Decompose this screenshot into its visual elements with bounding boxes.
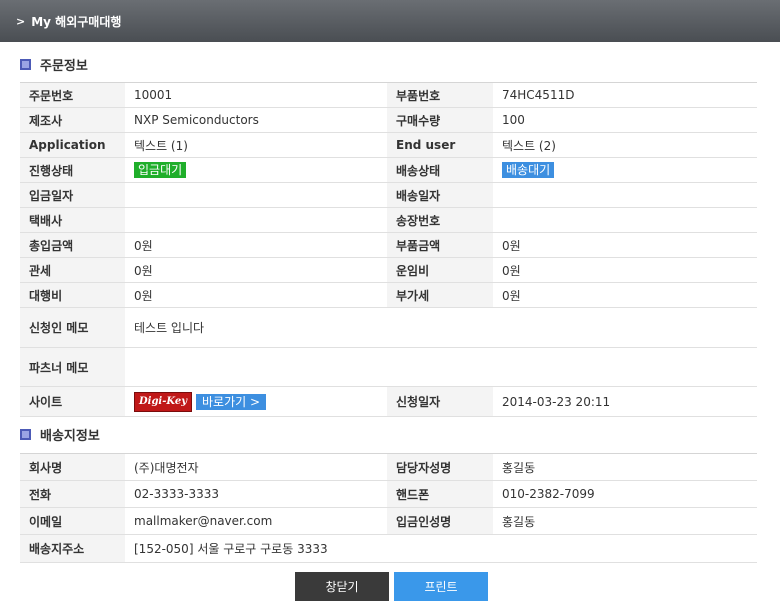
table-row: 사이트 Digi-Key 바로가기 > 신청일자 2014-03-23 20:11	[20, 386, 757, 417]
enduser-value: 텍스트 (2)	[493, 132, 757, 158]
table-row: 제조사 NXP Semiconductors 구매수량 100	[20, 107, 757, 133]
ship-info-table: 회사명 (주)대명전자 담당자성명 홍길동 전화 02-3333-3333 핸드…	[20, 453, 757, 563]
maker-value: NXP Semiconductors	[125, 107, 387, 133]
table-row: 전화 02-3333-3333 핸드폰 010-2382-7099	[20, 480, 757, 508]
shipping-label: 운임비	[387, 257, 493, 283]
depositor-label: 입금인성명	[387, 507, 493, 535]
maker-label: 제조사	[20, 107, 125, 133]
company-label: 회사명	[20, 453, 125, 481]
address-value: [152-050] 서울 구로구 구로동 3333	[125, 534, 757, 563]
table-row: Application 텍스트 (1) End user 텍스트 (2)	[20, 132, 757, 158]
goto-site-button[interactable]: 바로가기 >	[196, 393, 267, 410]
progress-label: 진행상태	[20, 157, 125, 183]
table-row: 총입금액 0원 부품금액 0원	[20, 232, 757, 258]
part-no-value: 74HC4511D	[493, 82, 757, 108]
depositor-value: 홍길동	[493, 507, 757, 535]
applicant-memo-value: 테스트 입니다	[125, 307, 757, 348]
mobile-value: 010-2382-7099	[493, 480, 757, 508]
ship-section-title: 배송지정보	[40, 428, 100, 444]
manager-value: 홍길동	[493, 453, 757, 481]
email-label: 이메일	[20, 507, 125, 535]
order-no-value: 10001	[125, 82, 387, 108]
address-label: 배송지주소	[20, 534, 125, 563]
table-row: 관세 0원 운임비 0원	[20, 257, 757, 283]
request-date-value: 2014-03-23 20:11	[493, 386, 757, 417]
close-window-button[interactable]: 창닫기	[295, 572, 389, 601]
ship-section-header: 배송지정보	[20, 424, 100, 444]
email-value: mallmaker@naver.com	[125, 507, 387, 535]
square-bullet-icon	[20, 428, 31, 440]
vat-value: 0원	[493, 282, 757, 308]
window-titlebar: > My 해외구매대행	[0, 0, 780, 42]
manager-label: 담당자성명	[387, 453, 493, 481]
table-row: 주문번호 10001 부품번호 74HC4511D	[20, 82, 757, 108]
table-row: 진행상태 입금대기 배송상태 배송대기	[20, 157, 757, 183]
invoice-label: 송장번호	[387, 207, 493, 233]
phone-label: 전화	[20, 480, 125, 508]
chevron-right-icon: >	[16, 14, 26, 28]
deposit-date-value	[125, 182, 387, 208]
site-label: 사이트	[20, 386, 125, 417]
table-row: 입금일자 배송일자	[20, 182, 757, 208]
request-date-label: 신청일자	[387, 386, 493, 417]
part-amount-value: 0원	[493, 232, 757, 258]
application-value: 텍스트 (1)	[125, 132, 387, 158]
square-bullet-icon	[20, 58, 31, 70]
delivery-status-badge: 배송대기	[502, 162, 555, 178]
table-row: 이메일 mallmaker@naver.com 입금인성명 홍길동	[20, 507, 757, 535]
courier-label: 택배사	[20, 207, 125, 233]
deposit-date-label: 입금일자	[20, 182, 125, 208]
total-value: 0원	[125, 232, 387, 258]
order-section-header: 주문정보	[20, 54, 88, 74]
applicant-memo-label: 신청인 메모	[20, 307, 125, 348]
application-label: Application	[20, 132, 125, 158]
partner-memo-label: 파츠너 메모	[20, 347, 125, 387]
company-value: (주)대명전자	[125, 453, 387, 481]
delivery-date-value	[493, 182, 757, 208]
customs-value: 0원	[125, 257, 387, 283]
table-row: 대행비 0원 부가세 0원	[20, 282, 757, 308]
table-row: 택배사 송장번호	[20, 207, 757, 233]
phone-value: 02-3333-3333	[125, 480, 387, 508]
order-section-title: 주문정보	[40, 58, 88, 74]
customs-label: 관세	[20, 257, 125, 283]
agency-fee-label: 대행비	[20, 282, 125, 308]
partner-memo-value	[125, 347, 757, 387]
table-row: 파츠너 메모	[20, 347, 757, 387]
shipping-value: 0원	[493, 257, 757, 283]
invoice-value	[493, 207, 757, 233]
agency-fee-value: 0원	[125, 282, 387, 308]
order-info-table: 주문번호 10001 부품번호 74HC4511D 제조사 NXP Semico…	[20, 82, 757, 417]
part-amount-label: 부품금액	[387, 232, 493, 258]
page-title: My 해외구매대행	[31, 14, 122, 29]
vat-label: 부가세	[387, 282, 493, 308]
courier-value	[125, 207, 387, 233]
progress-status-badge: 입금대기	[134, 162, 187, 178]
order-no-label: 주문번호	[20, 82, 125, 108]
table-row: 신청인 메모 테스트 입니다	[20, 307, 757, 348]
total-label: 총입금액	[20, 232, 125, 258]
print-button[interactable]: 프린트	[394, 572, 488, 601]
table-row: 배송지주소 [152-050] 서울 구로구 구로동 3333	[20, 534, 757, 563]
delivery-date-label: 배송일자	[387, 182, 493, 208]
qty-value: 100	[493, 107, 757, 133]
enduser-label: End user	[387, 132, 493, 158]
digikey-logo[interactable]: Digi-Key	[134, 391, 192, 412]
part-no-label: 부품번호	[387, 82, 493, 108]
table-row: 회사명 (주)대명전자 담당자성명 홍길동	[20, 453, 757, 481]
delivery-status-label: 배송상태	[387, 157, 493, 183]
mobile-label: 핸드폰	[387, 480, 493, 508]
qty-label: 구매수량	[387, 107, 493, 133]
